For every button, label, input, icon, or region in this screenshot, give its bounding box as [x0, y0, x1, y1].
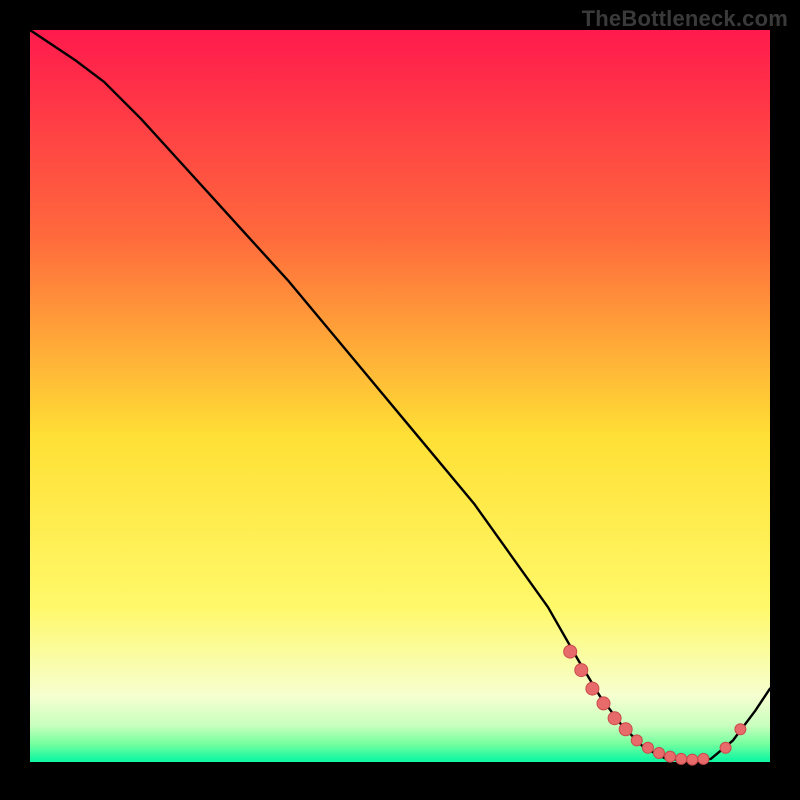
highlight-dot [608, 712, 621, 725]
highlight-dot [642, 742, 653, 753]
gradient-background [30, 30, 770, 770]
highlight-dot [631, 735, 642, 746]
highlight-dot [676, 753, 687, 764]
highlight-dot [687, 754, 698, 765]
highlight-dot [665, 751, 676, 762]
chart-svg [30, 30, 770, 770]
highlight-dot [597, 697, 610, 710]
bottom-black-strip [30, 762, 770, 770]
highlight-dot [564, 645, 577, 658]
highlight-dot [575, 664, 588, 677]
highlight-dot [586, 682, 599, 695]
highlight-dot [698, 753, 709, 764]
watermark-text: TheBottleneck.com [582, 6, 788, 32]
highlight-dot [619, 723, 632, 736]
highlight-dot [720, 742, 731, 753]
plot-area [30, 30, 770, 770]
chart-stage: TheBottleneck.com [0, 0, 800, 800]
highlight-dot [654, 747, 665, 758]
highlight-dot [735, 724, 746, 735]
